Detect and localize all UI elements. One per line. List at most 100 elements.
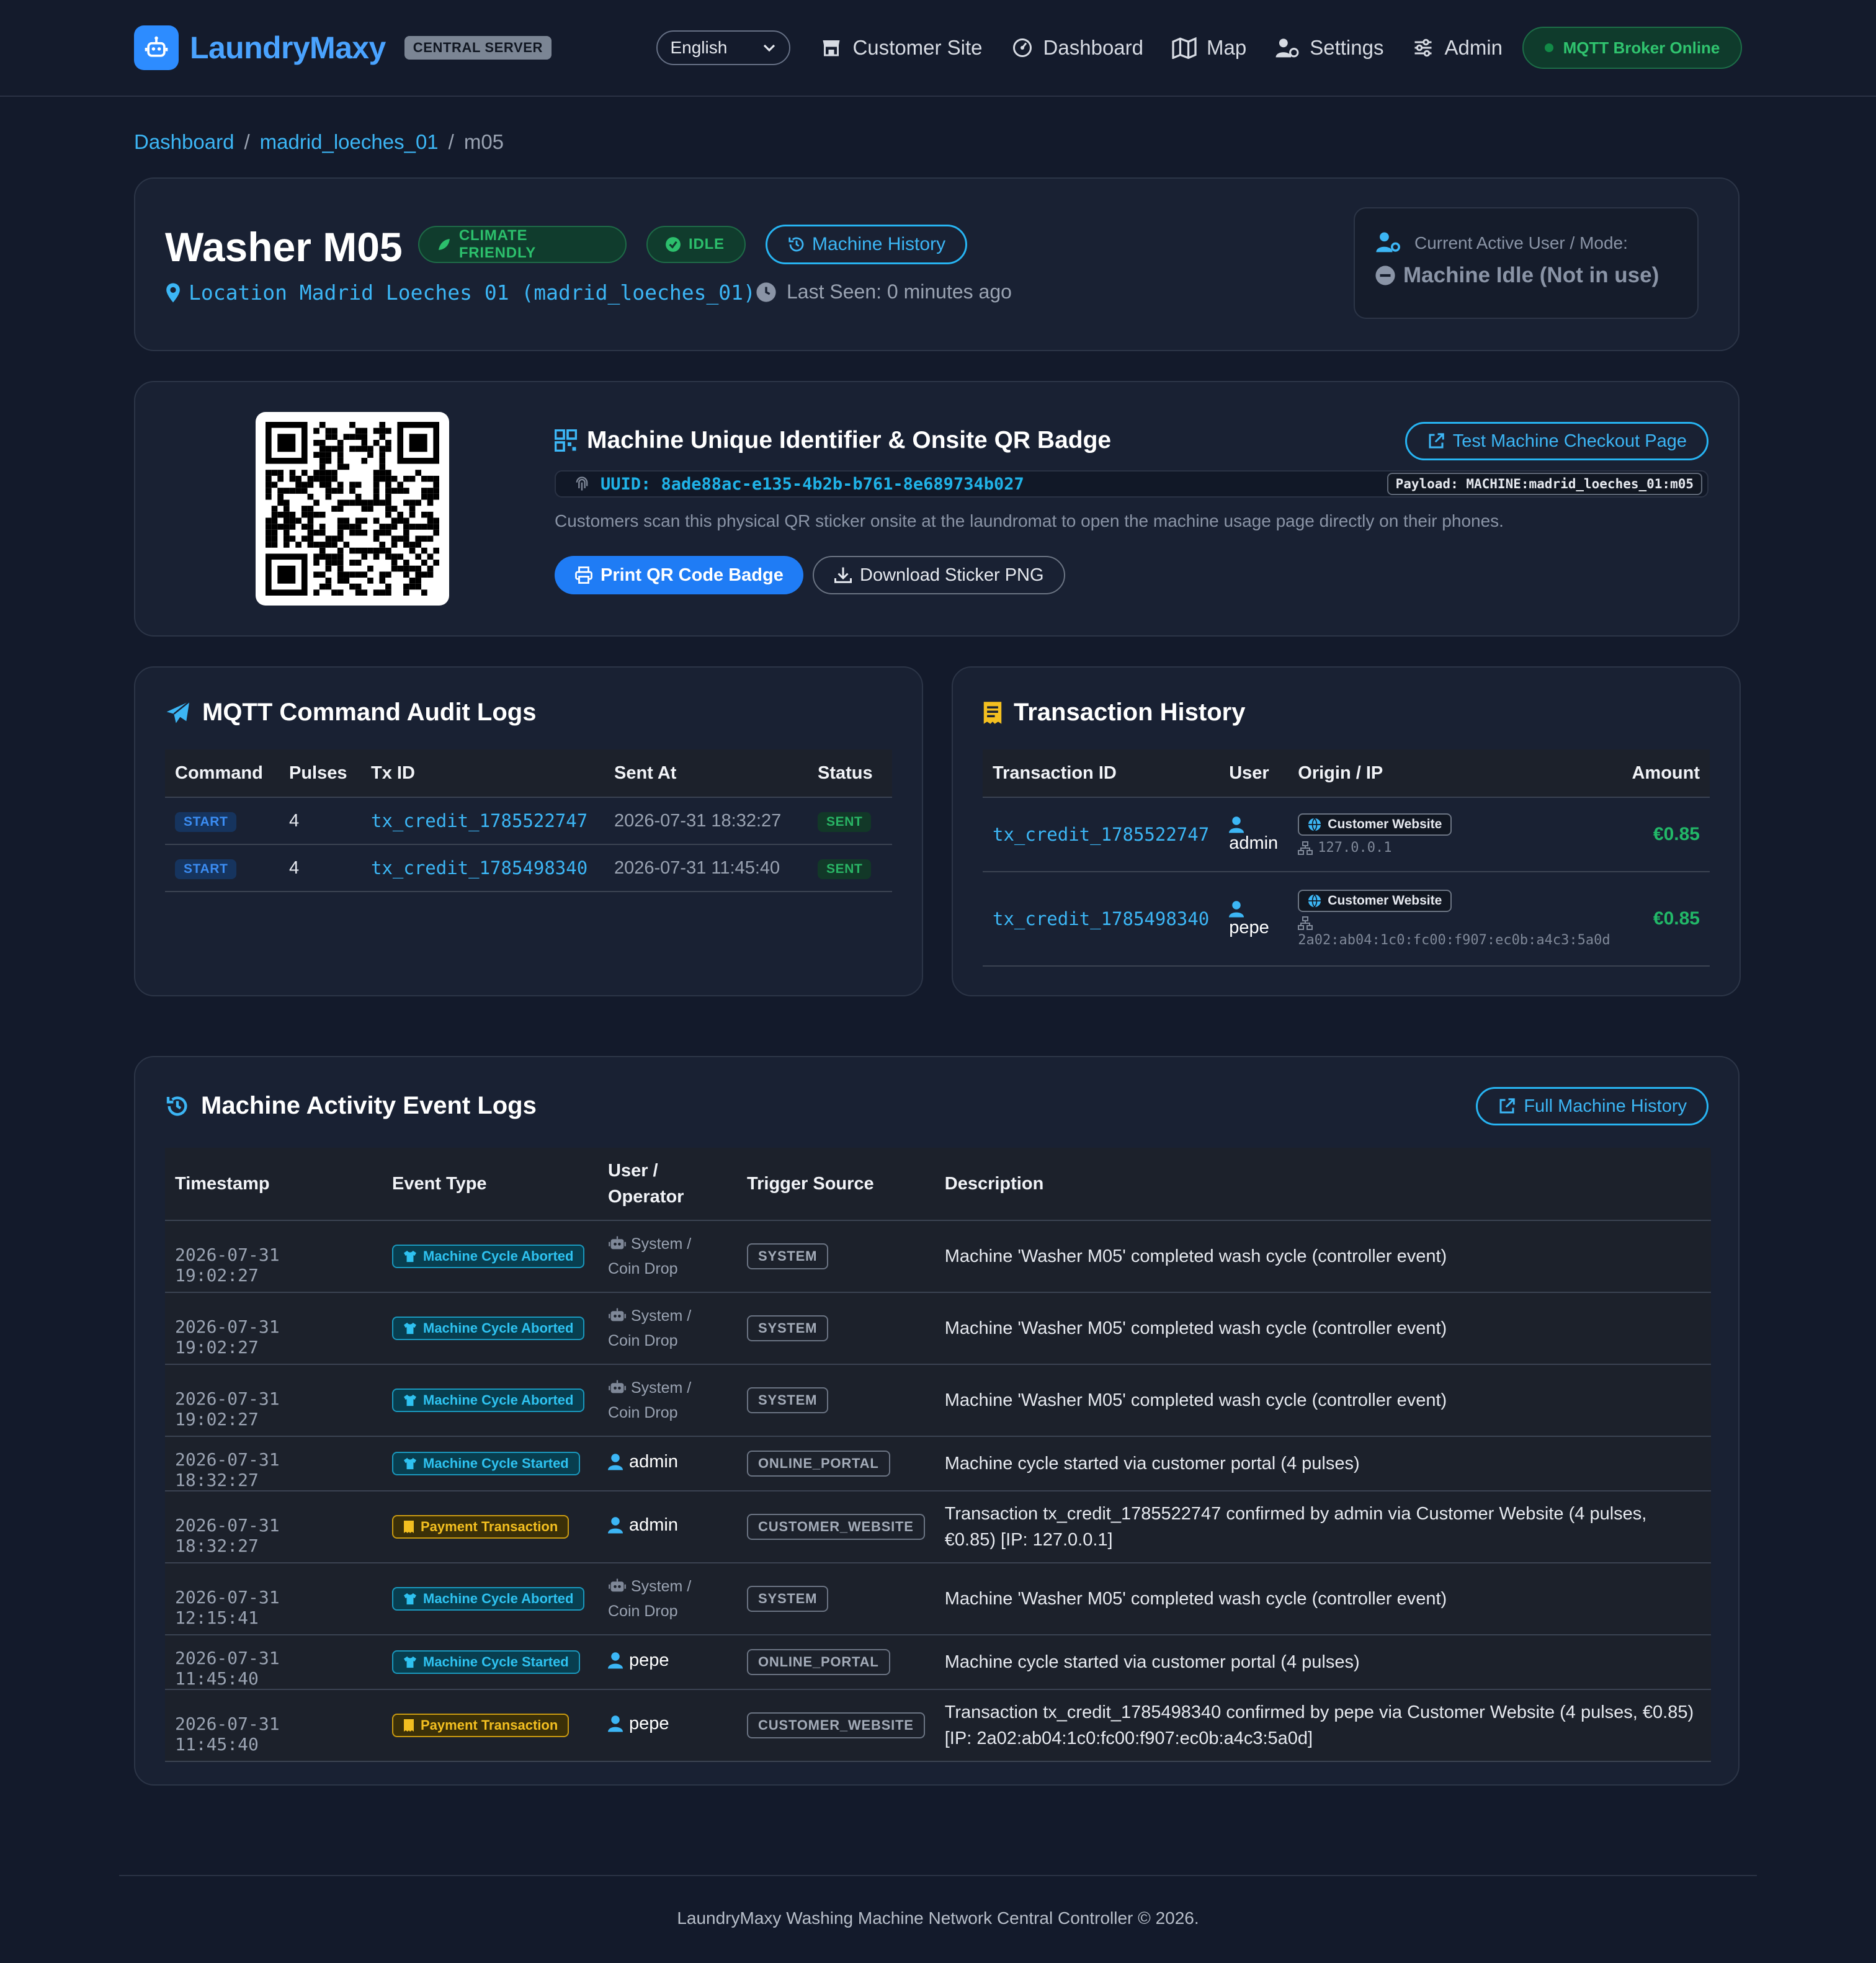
event-type-label: Machine Cycle Started bbox=[423, 1654, 569, 1670]
event-type-label: Machine Cycle Aborted bbox=[423, 1320, 574, 1336]
machine-header-card: Washer M05 CLIMATE FRIENDLY IDLE Machine… bbox=[134, 177, 1740, 351]
qr-code-icon bbox=[555, 429, 577, 452]
timestamp-cell: 2026-07-31 11:45:40 bbox=[165, 1635, 382, 1690]
tx-cell: tx_credit_1785522747 bbox=[361, 797, 604, 845]
trigger-cell: SYSTEM bbox=[737, 1220, 935, 1293]
column-header: Amount bbox=[1620, 749, 1710, 798]
nav-customer-site[interactable]: Customer Site bbox=[820, 36, 983, 60]
brand-name: LaundryMaxy bbox=[190, 30, 386, 65]
origin-label: Customer Website bbox=[1328, 817, 1442, 831]
dashboard-icon bbox=[1012, 38, 1032, 57]
nav-map[interactable]: Map bbox=[1172, 36, 1246, 60]
trigger-cell: ONLINE_PORTAL bbox=[737, 1635, 935, 1690]
nav-settings[interactable]: Settings bbox=[1275, 36, 1383, 60]
breadcrumb-separator: / bbox=[448, 130, 454, 153]
robot-logo-icon bbox=[134, 25, 179, 70]
table-row: tx_credit_1785522747 admin Customer Webs… bbox=[983, 797, 1710, 872]
trigger-cell: ONLINE_PORTAL bbox=[737, 1436, 935, 1491]
operator-cell: System / Coin Drop bbox=[598, 1563, 737, 1635]
paper-plane-icon bbox=[166, 700, 190, 723]
breadcrumb-dashboard[interactable]: Dashboard bbox=[134, 130, 234, 154]
operator-user: admin bbox=[608, 1515, 678, 1536]
trigger-source-badge: CUSTOMER_WEBSITE bbox=[747, 1712, 925, 1738]
status-badge: IDLE bbox=[646, 226, 746, 263]
event-type-label: Payment Transaction bbox=[421, 1519, 558, 1534]
machine-title: Washer M05 bbox=[165, 224, 403, 270]
operator-user: admin bbox=[608, 1452, 678, 1472]
column-header: Sent At bbox=[604, 749, 808, 798]
event-type-badge: Machine Cycle Started bbox=[392, 1650, 580, 1674]
amount-cell: €0.85 bbox=[1620, 872, 1710, 967]
activity-log-card: Machine Activity Event Logs Full Machine… bbox=[134, 1056, 1740, 1786]
event-type-cell: Payment Transaction bbox=[382, 1491, 598, 1563]
print-qr-button[interactable]: Print QR Code Badge bbox=[555, 556, 803, 594]
tx-cell: tx_credit_1785498340 bbox=[361, 844, 604, 892]
pulses-cell: 4 bbox=[279, 797, 361, 845]
mqtt-audit-card: MQTT Command Audit Logs Command Pulses T… bbox=[134, 666, 923, 996]
tx-id-link[interactable]: tx_credit_1785522747 bbox=[993, 824, 1209, 845]
description-cell: Machine 'Washer M05' completed wash cycl… bbox=[934, 1292, 1711, 1365]
origin-label: Customer Website bbox=[1328, 893, 1442, 908]
nav-dashboard[interactable]: Dashboard bbox=[1011, 36, 1143, 60]
origin-cell: Customer Website 127.0.0.1 bbox=[1288, 797, 1620, 872]
column-header: Description bbox=[934, 1148, 1711, 1221]
qr-description: Customers scan this physical QR sticker … bbox=[555, 511, 1504, 530]
nav-settings-label: Settings bbox=[1310, 36, 1384, 59]
uuid-text: UUID: 8ade88ac-e135-4b2b-b761-8e689734b0… bbox=[601, 474, 1024, 494]
ip-line: 127.0.0.1 bbox=[1298, 840, 1610, 856]
column-header: User / Operator bbox=[598, 1148, 737, 1221]
test-checkout-button[interactable]: Test Machine Checkout Page bbox=[1405, 422, 1708, 460]
tx-id-link[interactable]: tx_credit_1785498340 bbox=[993, 908, 1209, 929]
table-row: 2026-07-31 18:32:27 Payment Transaction ad… bbox=[165, 1491, 1711, 1563]
transaction-history-card: Transaction History Transaction ID User … bbox=[952, 666, 1741, 996]
nav-customer-site-label: Customer Site bbox=[852, 36, 983, 59]
column-header: Event Type bbox=[382, 1148, 598, 1221]
event-type-badge: Machine Cycle Aborted bbox=[392, 1317, 585, 1340]
brand[interactable]: LaundryMaxy CENTRAL SERVER bbox=[134, 25, 552, 70]
pulses-cell: 4 bbox=[279, 844, 361, 892]
active-user-label: Current Active User / Mode: bbox=[1414, 233, 1628, 253]
map-icon bbox=[1172, 37, 1197, 59]
language-select[interactable]: English bbox=[656, 30, 791, 65]
table-row: 2026-07-31 11:45:40 Machine Cycle Started… bbox=[165, 1635, 1711, 1690]
event-type-cell: Machine Cycle Aborted bbox=[382, 1364, 598, 1437]
full-history-button[interactable]: Full Machine History bbox=[1476, 1087, 1708, 1125]
breadcrumb-location[interactable]: madrid_loeches_01 bbox=[260, 130, 439, 154]
activity-log-title: Machine Activity Event Logs bbox=[165, 1092, 537, 1120]
operator-user: pepe bbox=[608, 1714, 669, 1734]
event-type-badge: Machine Cycle Aborted bbox=[392, 1587, 585, 1611]
printer-icon bbox=[575, 566, 592, 584]
description-cell: Machine 'Washer M05' completed wash cycl… bbox=[934, 1220, 1711, 1293]
location-link[interactable]: Location Madrid Loeches 01 (madrid_loech… bbox=[165, 280, 756, 305]
robot-icon bbox=[609, 1308, 626, 1321]
user-icon bbox=[608, 1652, 623, 1669]
last-seen-text: Last Seen: 0 minutes ago bbox=[787, 280, 1012, 303]
user-cell: admin bbox=[1219, 797, 1289, 872]
nav-admin[interactable]: Admin bbox=[1412, 36, 1503, 60]
tx-id-link[interactable]: tx_credit_1785498340 bbox=[371, 857, 587, 879]
robot-icon bbox=[609, 1236, 626, 1250]
command-badge: START bbox=[175, 859, 237, 879]
tx-id-link[interactable]: tx_credit_1785522747 bbox=[371, 810, 587, 831]
trigger-cell: CUSTOMER_WEBSITE bbox=[737, 1491, 935, 1563]
trigger-source-badge: ONLINE_PORTAL bbox=[747, 1451, 890, 1477]
user-icon bbox=[608, 1715, 623, 1732]
origin-cell: Customer Website 2a02:ab04:1c0:fc00:f907… bbox=[1288, 872, 1620, 967]
download-sticker-button[interactable]: Download Sticker PNG bbox=[813, 556, 1065, 594]
active-user-panel: Current Active User / Mode: Machine Idle… bbox=[1354, 207, 1699, 319]
column-header: Tx ID bbox=[361, 749, 604, 798]
trigger-source-badge: CUSTOMER_WEBSITE bbox=[747, 1514, 925, 1540]
operator-text: pepe bbox=[629, 1650, 669, 1670]
tx-cell: tx_credit_1785522747 bbox=[983, 797, 1220, 872]
climate-badge-label: CLIMATE FRIENDLY bbox=[458, 227, 537, 261]
status-cell: SENT bbox=[808, 844, 892, 892]
column-header: Pulses bbox=[279, 749, 361, 798]
machine-history-button[interactable]: Machine History bbox=[766, 225, 968, 264]
column-header: Timestamp bbox=[165, 1148, 382, 1221]
shirt-icon bbox=[404, 1656, 416, 1668]
table-row: tx_credit_1785498340 pepe Customer Websi… bbox=[983, 872, 1710, 967]
timestamp-cell: 2026-07-31 19:02:27 bbox=[165, 1220, 382, 1293]
table-row: 2026-07-31 12:15:41 Machine Cycle Aborted… bbox=[165, 1563, 1711, 1635]
user-cell: pepe bbox=[1219, 872, 1289, 967]
timestamp-cell: 2026-07-31 19:02:27 bbox=[165, 1364, 382, 1437]
